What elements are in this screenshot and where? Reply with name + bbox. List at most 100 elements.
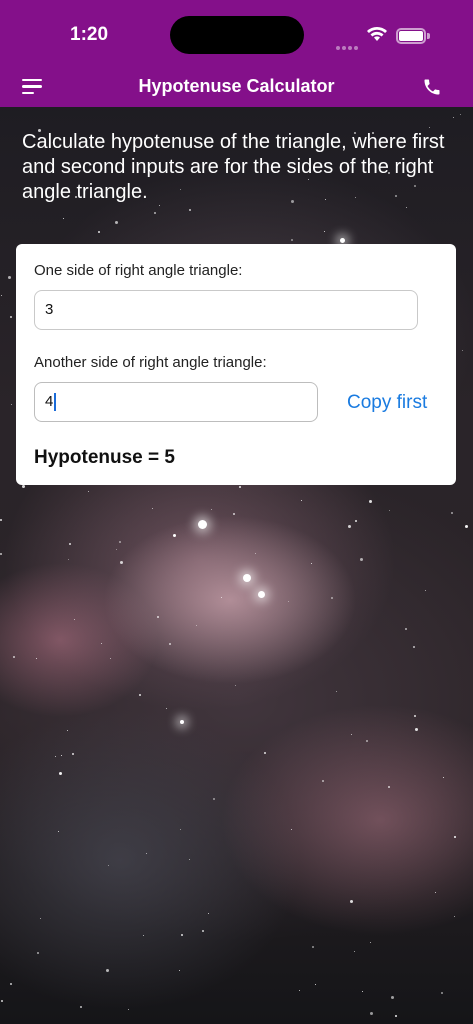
star (115, 221, 118, 224)
star (435, 892, 436, 893)
star (80, 1006, 82, 1008)
star (179, 970, 180, 971)
star (370, 1012, 373, 1015)
star (415, 728, 418, 731)
star (40, 918, 41, 919)
star (443, 777, 444, 778)
bright-star (340, 238, 345, 243)
star (1, 295, 2, 296)
star (120, 561, 123, 564)
star (366, 740, 368, 742)
star (221, 597, 222, 598)
star (74, 619, 75, 620)
star (8, 276, 11, 279)
side2-input[interactable]: 4 (34, 382, 318, 422)
star (311, 563, 312, 564)
star (453, 117, 454, 118)
hypotenuse-result: Hypotenuse = 5 (34, 447, 175, 468)
star (36, 658, 37, 659)
star (159, 205, 160, 206)
star (370, 942, 371, 943)
star (98, 231, 100, 233)
side2-label: Another side of right angle triangle: (34, 354, 267, 371)
star (181, 934, 183, 936)
star (291, 239, 293, 241)
star (331, 597, 333, 599)
text-cursor (54, 393, 57, 412)
star (454, 836, 456, 838)
star (405, 628, 407, 630)
star (414, 715, 416, 717)
star (143, 935, 144, 936)
bright-star (258, 591, 265, 598)
star (108, 865, 109, 866)
star (465, 525, 468, 528)
bright-star (198, 520, 207, 529)
star (0, 519, 2, 521)
star (454, 916, 455, 917)
star (208, 913, 209, 914)
star (166, 708, 167, 709)
star (211, 509, 212, 510)
star (255, 553, 256, 554)
star (11, 404, 12, 405)
star (324, 231, 325, 232)
star (451, 512, 453, 514)
star (68, 559, 69, 560)
star (235, 685, 236, 686)
star (389, 510, 390, 511)
star (63, 218, 64, 219)
star (157, 616, 159, 618)
bright-star (243, 574, 251, 582)
star (362, 991, 363, 992)
star (88, 491, 89, 492)
star (462, 350, 463, 351)
star (288, 601, 289, 602)
side1-value: 3 (45, 301, 54, 318)
star (1, 1000, 3, 1002)
star (119, 541, 121, 543)
star (395, 1015, 397, 1017)
star (146, 853, 147, 854)
star (239, 486, 241, 488)
star (406, 207, 407, 208)
star (425, 590, 426, 591)
star (128, 1009, 129, 1010)
star (322, 780, 324, 782)
star (152, 508, 153, 509)
star (72, 753, 74, 755)
star (106, 969, 109, 972)
phone-icon[interactable] (422, 77, 442, 97)
status-time: 1:20 (70, 24, 109, 45)
star (101, 643, 102, 644)
star (59, 772, 62, 775)
copy-first-button[interactable]: Copy first (347, 392, 427, 414)
wifi-icon (366, 26, 388, 47)
star (441, 992, 443, 994)
star (264, 752, 266, 754)
page-title: Hypotenuse Calculator (138, 76, 335, 96)
star (69, 543, 71, 545)
star (189, 209, 191, 211)
star (388, 786, 390, 788)
star (202, 930, 204, 932)
star (58, 831, 59, 832)
star (391, 996, 394, 999)
star (301, 500, 302, 501)
battery-icon (396, 28, 430, 44)
star (360, 558, 363, 561)
star (312, 946, 314, 948)
star (460, 114, 461, 115)
star (67, 730, 68, 731)
dynamic-island (170, 16, 304, 54)
star (0, 553, 2, 555)
bright-star (180, 720, 184, 724)
side1-input[interactable]: 3 (34, 290, 418, 330)
calculator-card: One side of right angle triangle: 3 Anot… (16, 244, 456, 485)
star (348, 525, 351, 528)
star (55, 756, 56, 757)
app-header: 1:20 Hypotenuse Calculator (0, 0, 473, 107)
star (350, 900, 353, 903)
star (173, 534, 176, 537)
star (354, 951, 355, 952)
